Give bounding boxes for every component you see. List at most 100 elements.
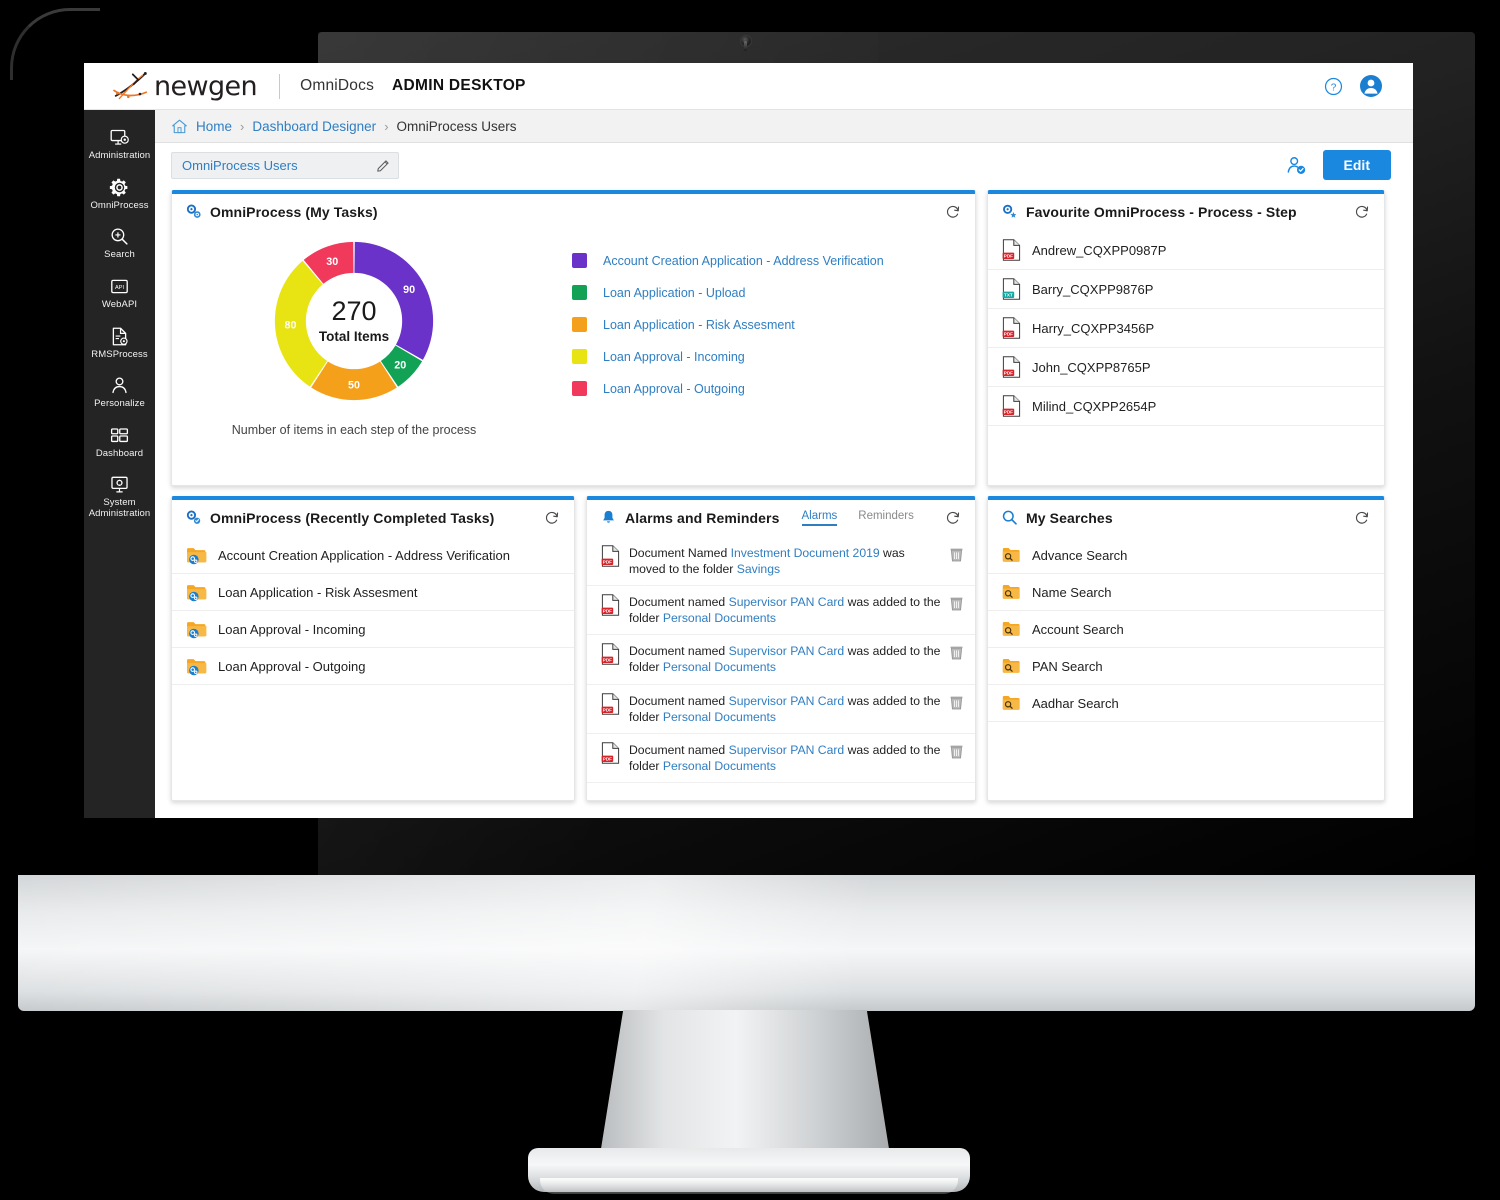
newgen-logo-icon [113, 72, 148, 100]
trash-icon[interactable] [950, 596, 963, 611]
saved-search-item[interactable]: Account Search [988, 611, 1384, 648]
chart-legend: Account Creation Application - Address V… [530, 231, 969, 437]
alarm-link[interactable]: Personal Documents [663, 660, 776, 674]
pdf-file-icon: PDF [1002, 395, 1021, 417]
svg-text:PDF: PDF [603, 658, 612, 663]
favourite-list-item[interactable]: PDF Milind_CQXPP2654P [988, 387, 1384, 426]
saved-search-item[interactable]: Name Search [988, 574, 1384, 611]
toolbar-actions: Edit [1286, 150, 1391, 180]
alarm-link[interactable]: Investment Document 2019 [731, 546, 880, 560]
saved-search-icon [1002, 548, 1020, 562]
trash-icon[interactable] [950, 744, 963, 759]
legend-item[interactable]: Loan Application - Upload [572, 285, 969, 300]
sidebar-item-system-administration[interactable]: System Administration [84, 466, 155, 526]
trash-icon[interactable] [950, 645, 963, 660]
user-check-icon[interactable] [1286, 155, 1307, 176]
svg-text:TXT: TXT [1004, 293, 1013, 298]
sidebar-item-search[interactable]: Search [84, 218, 155, 268]
alarm-link[interactable]: Supervisor PAN Card [729, 743, 845, 757]
donut-chart: 90 20 50 80 30 270 Total Items [268, 235, 440, 407]
completed-task-item[interactable]: Loan Approval - Outgoing [172, 648, 574, 685]
pdf-file-icon: PDF [1002, 239, 1021, 261]
alarm-message: Document named Supervisor PAN Card was a… [629, 693, 941, 725]
list-item-label: Andrew_CQXPP0987P [1032, 242, 1167, 258]
dashboard-grid: OmniProcess (My Tasks) 90 20 50 80 30 27… [155, 187, 1413, 801]
trash-icon[interactable] [950, 547, 963, 562]
completed-task-item[interactable]: Account Creation Application - Address V… [172, 537, 574, 574]
product-name: OmniDocs [300, 77, 375, 94]
refresh-icon[interactable] [945, 204, 961, 220]
alarm-item[interactable]: PDF Document named Supervisor PAN Card w… [587, 586, 975, 636]
card-omniprocess-my-tasks: OmniProcess (My Tasks) 90 20 50 80 30 27… [171, 190, 976, 486]
user-avatar-icon[interactable] [1359, 74, 1383, 98]
card-title: OmniProcess (My Tasks) [210, 203, 378, 220]
list-item-label: PAN Search [1032, 658, 1103, 674]
alarm-item[interactable]: PDF Document named Supervisor PAN Card w… [587, 734, 975, 783]
brand-name: newgen [154, 70, 258, 102]
sidebar-item-administration[interactable]: Administration [84, 119, 155, 169]
card-header: My Searches [988, 496, 1384, 537]
folder-process-icon [187, 584, 207, 601]
completed-task-item[interactable]: Loan Approval - Incoming [172, 611, 574, 648]
pdf-file-icon: PDF [601, 545, 620, 567]
sidebar-item-rmsprocess[interactable]: RMSProcess [84, 318, 155, 368]
refresh-icon[interactable] [1354, 510, 1370, 526]
alarm-link[interactable]: Supervisor PAN Card [729, 595, 845, 609]
favourite-list-item[interactable]: TXT Barry_CQXPP9876P [988, 270, 1384, 309]
donut-segment[interactable] [274, 260, 328, 387]
pencil-icon[interactable] [376, 158, 391, 173]
alarm-link[interactable]: Personal Documents [663, 759, 776, 773]
svg-text:PDF: PDF [603, 707, 612, 712]
card-favourite-omniprocess: Favourite OmniProcess - Process - Step P… [987, 190, 1385, 486]
legend-item[interactable]: Account Creation Application - Address V… [572, 253, 969, 268]
folder-process-icon [187, 658, 207, 675]
completed-task-item[interactable]: Loan Application - Risk Assesment [172, 574, 574, 611]
legend-swatch [572, 349, 587, 364]
trash-icon[interactable] [950, 695, 963, 710]
app-header: newgen OmniDocs ADMIN DESKTOP ? [84, 63, 1413, 110]
pdf-file-icon: PDF [601, 742, 620, 764]
saved-search-item[interactable]: Advance Search [988, 537, 1384, 574]
left-sidebar: Administration OmniProcess Search API We… [84, 110, 155, 818]
alarm-link[interactable]: Personal Documents [663, 710, 776, 724]
alarm-item[interactable]: PDF Document named Supervisor PAN Card w… [587, 685, 975, 734]
alarm-item[interactable]: PDF Document named Supervisor PAN Card w… [587, 635, 975, 685]
alarm-item[interactable]: PDF Document Named Investment Document 2… [587, 537, 975, 587]
alarm-link[interactable]: Supervisor PAN Card [729, 694, 845, 708]
alarm-text-part: Document named [629, 742, 729, 757]
alarm-link[interactable]: Personal Documents [663, 611, 776, 625]
breadcrumb-item-home[interactable]: Home [196, 119, 232, 134]
favourite-list-item[interactable]: PDF Harry_CQXPP3456P [988, 309, 1384, 348]
legend-label: Loan Application - Upload [603, 285, 746, 300]
completed-tasks-list: Account Creation Application - Address V… [172, 537, 574, 685]
refresh-icon[interactable] [945, 510, 961, 526]
help-circle-icon[interactable]: ? [1324, 77, 1343, 96]
legend-item[interactable]: Loan Approval - Outgoing [572, 381, 969, 396]
favourite-list-item[interactable]: PDF Andrew_CQXPP0987P [988, 231, 1384, 270]
sidebar-item-omniprocess[interactable]: OmniProcess [84, 169, 155, 219]
list-item-label: Loan Approval - Incoming [218, 621, 366, 637]
donut-segment[interactable] [354, 241, 434, 360]
tab-alarms[interactable]: Alarms [801, 510, 838, 526]
monitor-stand-neck [600, 1010, 890, 1155]
legend-item[interactable]: Loan Approval - Incoming [572, 349, 969, 364]
list-item-label: John_CQXPP8765P [1032, 359, 1151, 375]
tab-reminders[interactable]: Reminders [858, 510, 914, 526]
sidebar-item-dashboard[interactable]: Dashboard [84, 417, 155, 467]
saved-search-item[interactable]: PAN Search [988, 648, 1384, 685]
refresh-icon[interactable] [544, 510, 560, 526]
brand-logo[interactable]: newgen [84, 69, 258, 103]
breadcrumb-item-dashboard-designer[interactable]: Dashboard Designer [252, 119, 376, 134]
legend-item[interactable]: Loan Application - Risk Assesment [572, 317, 969, 332]
edit-button[interactable]: Edit [1322, 150, 1391, 180]
alarm-link[interactable]: Supervisor PAN Card [729, 644, 845, 658]
refresh-icon[interactable] [1354, 204, 1370, 220]
favourite-list-item[interactable]: PDF John_CQXPP8765P [988, 348, 1384, 387]
sidebar-item-personalize[interactable]: Personalize [84, 367, 155, 417]
donut-column: 90 20 50 80 30 270 Total Items Number of ite… [178, 231, 530, 437]
home-icon[interactable] [171, 118, 188, 135]
alarm-link[interactable]: Savings [737, 562, 780, 576]
saved-search-item[interactable]: Aadhar Search [988, 685, 1384, 722]
dashboard-name-field[interactable]: OmniProcess Users [171, 151, 399, 179]
sidebar-item-webapi[interactable]: API WebAPI [84, 268, 155, 318]
